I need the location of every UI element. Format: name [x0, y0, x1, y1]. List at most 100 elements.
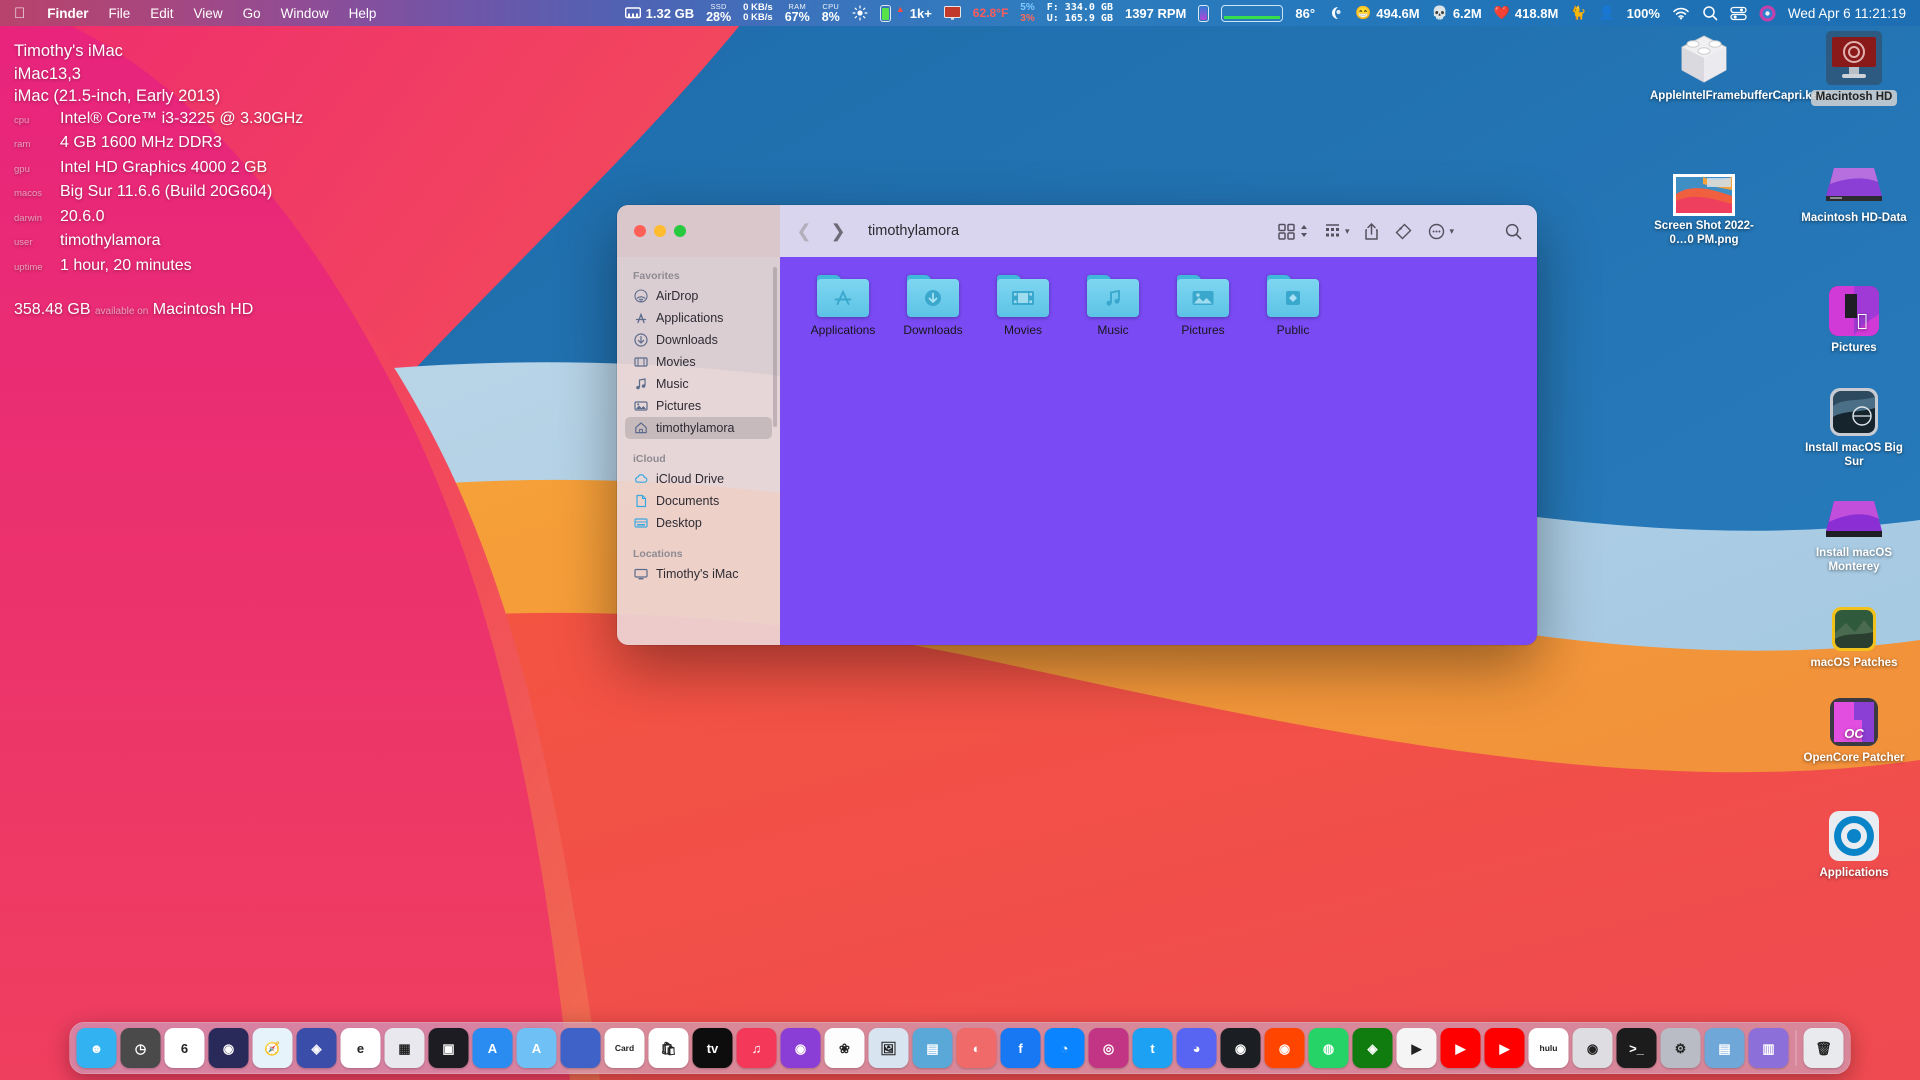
sidebar-item-movies[interactable]: Movies [625, 351, 772, 373]
dock-item-chrome[interactable]: ◉ [1572, 1028, 1613, 1068]
sidebar-item-downloads[interactable]: Downloads [625, 329, 772, 351]
desktop-icon-applications[interactable]: Applications [1800, 805, 1908, 881]
finder-window[interactable]: ❮ ❯ timothylamora ▾ ▾ Favorites AirDrop … [617, 205, 1537, 645]
cat-status-item[interactable]: 🐈 [1564, 5, 1592, 21]
control-center-status-item[interactable] [1724, 6, 1753, 21]
dock-item-apple-store-bag[interactable]: 🛍 [648, 1028, 689, 1068]
cpu-status-item[interactable]: CPU 8% [816, 3, 846, 23]
finder-titlebar[interactable]: ❮ ❯ timothylamora ▾ ▾ [617, 205, 1537, 257]
siri-status-item[interactable] [1753, 5, 1782, 22]
finder-item-public[interactable]: Public [1248, 275, 1338, 337]
battery-rate-status-item[interactable]: ▲ ▼ 1k+ [874, 4, 938, 22]
dock-item-reddit[interactable]: ◉ [1264, 1028, 1305, 1068]
menu-item-edit[interactable]: Edit [140, 6, 183, 21]
dock-item-twitter[interactable]: t [1132, 1028, 1173, 1068]
dock-item-launchpad[interactable]: ▦ [384, 1028, 425, 1068]
dock-item-photos[interactable]: ❀ [824, 1028, 865, 1068]
finder-item-downloads[interactable]: Downloads [888, 275, 978, 337]
finder-content-area[interactable]: Applications Downloads Movies Music Pict… [780, 257, 1537, 645]
dock-item-music[interactable]: ♫ [736, 1028, 777, 1068]
sidebar-item-applications[interactable]: Applications [625, 307, 772, 329]
dock-item-hulu[interactable]: hulu [1528, 1028, 1569, 1068]
minimize-button[interactable] [654, 225, 666, 237]
dock-item-facebook[interactable]: f [1000, 1028, 1041, 1068]
memory-compressed-status-item[interactable]: ❤️ 418.8M [1488, 5, 1565, 21]
battery-percent-status-item[interactable]: 100% [1621, 6, 1666, 21]
menu-item-go[interactable]: Go [233, 6, 271, 21]
menu-item-window[interactable]: Window [271, 6, 339, 21]
brightness-status-item[interactable] [846, 5, 874, 21]
tag-button[interactable] [1394, 222, 1413, 241]
display-status-item[interactable] [938, 6, 967, 20]
zoom-button[interactable] [674, 225, 686, 237]
desktop-icon-pictures[interactable]:  Pictures [1800, 280, 1908, 356]
group-by-button[interactable]: ▾ [1323, 222, 1349, 241]
ram-status-item[interactable]: RAM 67% [779, 3, 816, 23]
memory-wired-status-item[interactable]: 💀 6.2M [1426, 5, 1488, 21]
dock-item-apple-tv[interactable]: tv [692, 1028, 733, 1068]
view-mode-button[interactable] [1277, 222, 1309, 241]
dock-item-launchpad-clock[interactable]: ◷ [120, 1028, 161, 1068]
spotlight-status-item[interactable] [1696, 5, 1724, 21]
finder-item-movies[interactable]: Movies [978, 275, 1068, 337]
menu-item-help[interactable]: Help [339, 6, 387, 21]
usage-percent-status-item[interactable]: 5% 3% [1014, 2, 1040, 24]
dock-item-github[interactable]: ◉ [1220, 1028, 1261, 1068]
dock-item-microsoft-edge[interactable]: e [340, 1028, 381, 1068]
wifi-status-item[interactable] [1666, 6, 1696, 20]
temperature-status-item[interactable]: 62.8°F [967, 6, 1014, 20]
sidebar-item-desktop[interactable]: Desktop [625, 512, 772, 534]
back-button[interactable]: ❮ [794, 221, 814, 242]
finder-traffic-lights[interactable] [617, 205, 780, 257]
forward-button[interactable]: ❯ [828, 221, 848, 242]
dock-item-youtube-music[interactable]: ▶ [1484, 1028, 1525, 1068]
disk-status-item[interactable]: F: 334.0 GB U: 165.9 GB [1041, 2, 1119, 24]
menu-item-finder[interactable]: Finder [37, 6, 98, 21]
sidebar-item-timothylamora[interactable]: timothylamora [625, 417, 772, 439]
dock-item-screenshots-folder[interactable]: ▤ [1704, 1028, 1745, 1068]
sidebar-item-airdrop[interactable]: AirDrop [625, 285, 772, 307]
network-graph-status-item[interactable] [1215, 4, 1289, 22]
ssd-status-item[interactable]: SSD 28% [700, 3, 737, 23]
dock-item-safari[interactable]: 🧭 [252, 1028, 293, 1068]
finder-item-music[interactable]: Music [1068, 275, 1158, 337]
dock-item-instagram[interactable]: ◎ [1088, 1028, 1129, 1068]
dock-item-system-preferences[interactable]: ⚙ [1660, 1028, 1701, 1068]
desktop-icon-kext[interactable]: AppleIntelFramebufferCapri.kext [1650, 28, 1828, 104]
desktop-icon-macintosh-hd[interactable]: Macintosh HD [1800, 28, 1908, 106]
desktop-icon-macos-patches[interactable]: macOS Patches [1800, 595, 1908, 671]
dock-item-app-store[interactable]: A [472, 1028, 513, 1068]
finder-item-applications[interactable]: Applications [798, 275, 888, 337]
finder-sidebar[interactable]: Favorites AirDrop Applications Downloads… [617, 257, 780, 645]
share-button[interactable] [1363, 222, 1380, 241]
memory-active-status-item[interactable]: 😁 494.6M [1349, 5, 1426, 21]
search-button[interactable] [1504, 222, 1523, 241]
desktop-icon-opencore-patcher[interactable]: OC OpenCore Patcher [1800, 690, 1908, 766]
dock-item-podcasts[interactable]: ◉ [780, 1028, 821, 1068]
gpu-temp-status-item[interactable]: 86° [1289, 6, 1321, 21]
fan-status-item[interactable]: 1397 RPM [1119, 6, 1192, 21]
dock-item-discord[interactable]: ◕ [1176, 1028, 1217, 1068]
desktop-icon-install-monterey[interactable]: Install macOS Monterey [1800, 485, 1908, 574]
memory-status-item[interactable]: 1.32 GB [619, 6, 700, 21]
menu-bar[interactable]:  Finder File Edit View Go Window Help 1… [0, 0, 1920, 26]
dock-item-trash[interactable]: 🗑 [1803, 1028, 1844, 1068]
dock-item-messenger[interactable]: ◔ [1044, 1028, 1085, 1068]
dock-item-app-store-beta[interactable]: A [516, 1028, 557, 1068]
menu-item-file[interactable]: File [99, 6, 141, 21]
dock[interactable]: ☻ ◷ 6 ◉ 🧭 ◈ e ▦ ▣ A A Card 🛍 tv ♫ ◉ ❀ 🖼 ▤ ◐ f ◔ ◎ t ◕ ◉ ◉ ◍ ◈ ▶ ▶ ▶ hulu… [69, 1022, 1851, 1074]
sidebar-item-documents[interactable]: Documents [625, 490, 772, 512]
person-status-item[interactable]: 👤 [1592, 5, 1620, 21]
more-actions-button[interactable]: ▾ [1427, 222, 1454, 241]
sidebar-item-icloud-drive[interactable]: iCloud Drive [625, 468, 772, 490]
dock-item-pixelmator[interactable]: ◐ [956, 1028, 997, 1068]
dock-item-image-capture[interactable]: ▤ [912, 1028, 953, 1068]
dock-item-calendar[interactable]: 6 [164, 1028, 205, 1068]
dock-item-mission-control[interactable]: ▣ [428, 1028, 469, 1068]
dock-item-finder[interactable]: ☻ [76, 1028, 117, 1068]
moon-status-item[interactable] [1321, 5, 1349, 21]
dock-item-messages-beta[interactable]: ◈ [296, 1028, 337, 1068]
sidebar-item-timothys-imac[interactable]: Timothy's iMac [625, 563, 772, 585]
sidebar-item-pictures[interactable]: Pictures [625, 395, 772, 417]
dock-item-preview[interactable]: 🖼 [868, 1028, 909, 1068]
